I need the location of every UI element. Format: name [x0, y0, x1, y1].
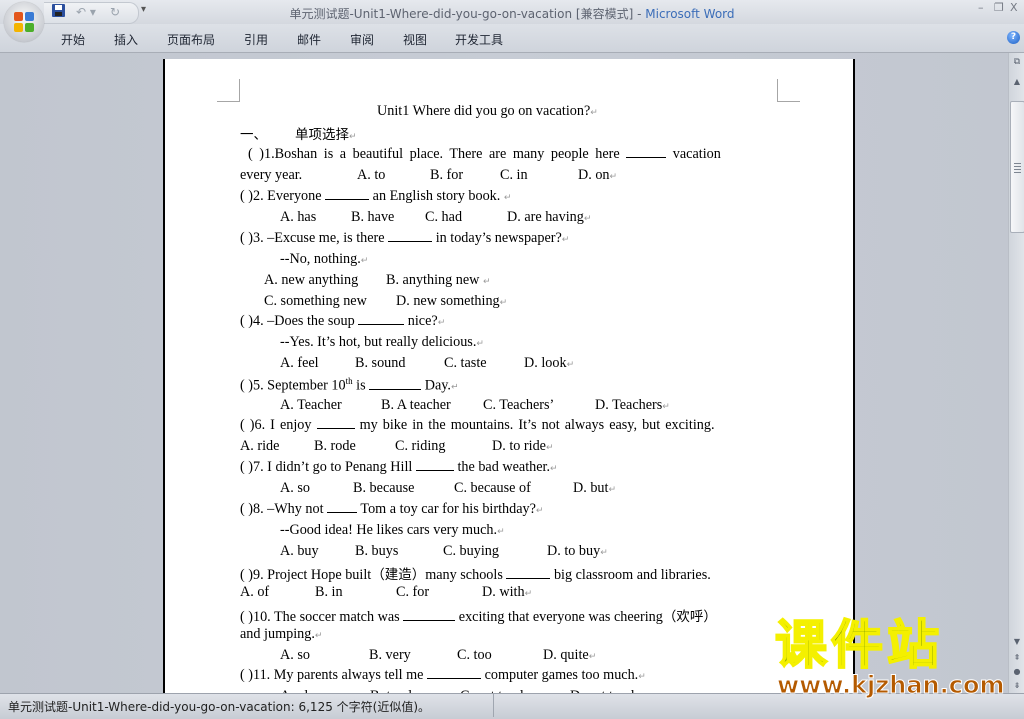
watermark-chinese-text: 课件站: [774, 616, 944, 676]
question-5-options: A. Teacher B. A teacher C. Teachers’ D. …: [280, 397, 670, 413]
tab-view[interactable]: 视图: [403, 31, 427, 48]
question-1: ( )1.Boshan is a beautiful place. There …: [248, 146, 721, 162]
question-4: ( )4. –Does the soup nice?↵: [240, 313, 446, 329]
question-9-options: A. of B. in C. for D. with↵: [240, 584, 533, 600]
margin-corner-top-right: [777, 79, 800, 102]
question-7-options: A. so B. because C. because of D. but↵: [280, 480, 617, 496]
question-1-options: every year. A. to B. for C. in D. on↵: [240, 167, 618, 183]
section-heading: 一、 单项选择↵: [240, 127, 357, 143]
margin-corner-top-left: [217, 79, 240, 102]
ruler-toggle-icon[interactable]: ⧉: [1010, 55, 1024, 69]
tab-insert[interactable]: 插入: [114, 31, 138, 48]
tab-mailings[interactable]: 邮件: [297, 31, 321, 48]
question-4-reply: --Yes. It’s hot, but really delicious.↵: [280, 334, 484, 350]
scroll-up-button[interactable]: ▲: [1010, 75, 1024, 89]
question-6-options: A. ride B. rode C. riding D. to ride↵: [240, 438, 554, 454]
question-2-options: A. has B. have C. had D. are having↵: [280, 209, 592, 225]
question-8: ( )8. –Why not Tom a toy car for his bir…: [240, 501, 544, 517]
app-name: Microsoft Word: [645, 7, 735, 21]
question-3-options-cd: C. something new D. new something↵: [264, 293, 508, 309]
document-name: 单元测试题-Unit1-Where-did-you-go-on-vacation…: [289, 7, 634, 21]
question-10-continued: and jumping.↵: [240, 626, 323, 642]
tab-home[interactable]: 开始: [61, 31, 85, 48]
ribbon-tab-bar: 开始 插入 页面布局 引用 邮件 审阅 视图 开发工具 ?: [0, 24, 1024, 53]
question-9: ( )9. Project Hope built（建造）many schools…: [240, 567, 711, 583]
document-title: Unit1 Where did you go on vacation?↵: [377, 103, 598, 119]
document-page[interactable]: Unit1 Where did you go on vacation?↵ 一、单…: [163, 59, 855, 704]
window-title: 单元测试题-Unit1-Where-did-you-go-on-vacation…: [0, 5, 1024, 22]
office-logo-icon: [14, 12, 34, 32]
question-11: ( )11. My parents always tell me compute…: [240, 667, 646, 683]
title-bar: ↶ ▾ ↻ ▾ 单元测试题-Unit1-Where-did-you-go-on-…: [0, 0, 1024, 24]
office-button[interactable]: [4, 2, 44, 42]
status-separator: [493, 694, 494, 717]
question-6: ( )6. I enjoy my bike in the mountains. …: [240, 417, 715, 433]
question-2: ( )2. Everyone an English story book. ↵: [240, 188, 512, 204]
vertical-scrollbar[interactable]: ⧉ ▲ ▼ ⇞ ● ⇟: [1008, 53, 1024, 693]
question-4-options: A. feel B. sound C. taste D. look↵: [280, 355, 575, 371]
question-10-options: A. so B. very C. too D. quite↵: [280, 647, 597, 663]
question-10: ( )10. The soccer match was exciting tha…: [240, 609, 717, 625]
question-7: ( )7. I didn’t go to Penang Hill the bad…: [240, 459, 558, 475]
kjzhan-watermark: 课件站 www.kjzhan.com: [774, 616, 1015, 699]
scrollbar-thumb[interactable]: [1010, 101, 1024, 233]
question-8-reply: --Good idea! He likes cars very much.↵: [280, 522, 505, 538]
close-button[interactable]: X: [1010, 1, 1018, 14]
question-3-reply: --No, nothing.↵: [280, 251, 369, 267]
tab-references[interactable]: 引用: [244, 31, 268, 48]
watermark-url-text: www.kjzhan.com: [777, 671, 1005, 699]
title-separator: -: [633, 7, 646, 21]
tab-page-layout[interactable]: 页面布局: [167, 31, 215, 48]
help-icon[interactable]: ?: [1007, 31, 1020, 44]
restore-button[interactable]: ❐: [994, 1, 1004, 14]
minimize-button[interactable]: –: [978, 1, 984, 14]
question-3-options-ab: A. new anything B. anything new ↵: [264, 272, 491, 288]
word-count-status[interactable]: 单元测试题-Unit1-Where-did-you-go-on-vacation…: [8, 698, 430, 715]
question-5: ( )5. September 10th is Day.↵: [240, 376, 459, 394]
tab-developer[interactable]: 开发工具: [455, 31, 503, 48]
tab-review[interactable]: 审阅: [350, 31, 374, 48]
question-3: ( )3. –Excuse me, is there in today’s ne…: [240, 230, 570, 246]
question-8-options: A. buy B. buys C. buying D. to buy↵: [280, 543, 608, 559]
